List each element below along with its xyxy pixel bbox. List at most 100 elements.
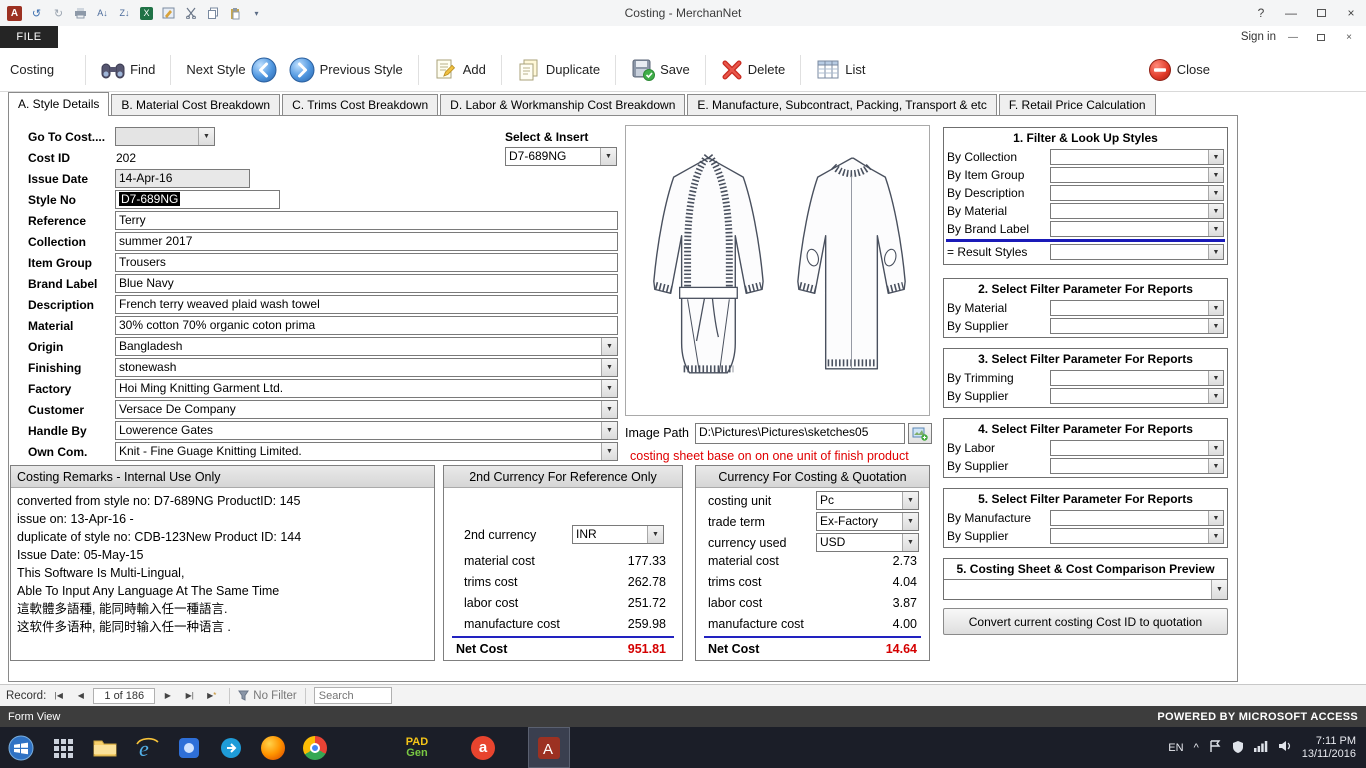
- factory-combo[interactable]: Hoi Ming Knitting Garment Ltd.▼: [115, 379, 618, 398]
- report4-labor-combo[interactable]: ▼: [1050, 440, 1224, 456]
- preview-combo[interactable]: ▼: [944, 579, 1227, 599]
- export-excel-icon[interactable]: X: [138, 5, 155, 22]
- handle-by-combo[interactable]: Lowerence Gates▼: [115, 421, 618, 440]
- previous-style-button[interactable]: Previous Style: [283, 54, 409, 86]
- by-collection-combo[interactable]: ▼: [1050, 149, 1224, 165]
- tab-trims-cost[interactable]: C. Trims Cost Breakdown: [282, 94, 438, 116]
- tab-material-cost[interactable]: B. Material Cost Breakdown: [111, 94, 280, 116]
- item-group-field[interactable]: Trousers: [115, 253, 618, 272]
- find-button[interactable]: Find: [95, 57, 161, 83]
- chrome-icon[interactable]: [294, 727, 336, 768]
- first-record-button[interactable]: |◀: [49, 688, 68, 704]
- report5-supplier-combo[interactable]: ▼: [1050, 528, 1224, 544]
- report3-trimming-combo[interactable]: ▼: [1050, 370, 1224, 386]
- report3-supplier-combo[interactable]: ▼: [1050, 388, 1224, 404]
- last-record-button[interactable]: ▶|: [180, 688, 199, 704]
- pinned-grid-icon[interactable]: [42, 727, 84, 768]
- tab-retail-price[interactable]: F. Retail Price Calculation: [999, 94, 1156, 116]
- language-indicator[interactable]: EN: [1168, 742, 1183, 754]
- record-search-input[interactable]: [314, 687, 392, 704]
- trade-term-combo[interactable]: Ex-Factory▼: [816, 512, 919, 531]
- close-button[interactable]: ×: [1336, 2, 1366, 24]
- by-description-combo[interactable]: ▼: [1050, 185, 1224, 201]
- flag-tray-icon[interactable]: [1209, 740, 1222, 756]
- redo-icon[interactable]: ↻: [50, 5, 67, 22]
- maximize-button[interactable]: [1306, 2, 1336, 24]
- tab-style-details[interactable]: A. Style Details: [8, 92, 109, 116]
- paste-icon[interactable]: [226, 5, 243, 22]
- currency-used-combo[interactable]: USD▼: [816, 533, 919, 552]
- collection-field[interactable]: summer 2017: [115, 232, 618, 251]
- customer-combo[interactable]: Versace De Company▼: [115, 400, 618, 419]
- issue-date-field[interactable]: 14-Apr-16: [115, 169, 250, 188]
- sign-in-link[interactable]: Sign in: [1241, 31, 1276, 43]
- reference-field[interactable]: Terry: [115, 211, 618, 230]
- file-tab[interactable]: FILE: [0, 26, 58, 48]
- tab-labor-cost[interactable]: D. Labor & Workmanship Cost Breakdown: [440, 94, 685, 116]
- next-record-button[interactable]: ▶: [158, 688, 177, 704]
- access-taskbar-icon[interactable]: A: [528, 727, 570, 768]
- app-icon-blue-2[interactable]: [210, 727, 252, 768]
- report5-manufacture-combo[interactable]: ▼: [1050, 510, 1224, 526]
- previous-record-button[interactable]: ◀: [71, 688, 90, 704]
- by-material-combo[interactable]: ▼: [1050, 203, 1224, 219]
- style-no-field[interactable]: D7-689NG: [115, 190, 280, 209]
- volume-tray-icon[interactable]: [1278, 740, 1292, 755]
- copy-icon[interactable]: [204, 5, 221, 22]
- child-close-button[interactable]: ×: [1338, 30, 1360, 45]
- network-tray-icon[interactable]: [1254, 740, 1268, 755]
- material-field[interactable]: 30% cotton 70% organic coton prima: [115, 316, 618, 335]
- print-icon[interactable]: [72, 5, 89, 22]
- design-view-icon[interactable]: [160, 5, 177, 22]
- own-com-combo[interactable]: Knit - Fine Guage Knitting Limited.▼: [115, 442, 618, 461]
- select-insert-combo[interactable]: D7-689NG▼: [505, 147, 617, 166]
- origin-combo[interactable]: Bangladesh▼: [115, 337, 618, 356]
- next-style-button[interactable]: Next Style: [180, 54, 282, 86]
- by-item-group-combo[interactable]: ▼: [1050, 167, 1224, 183]
- close-form-button[interactable]: Close: [1142, 55, 1216, 85]
- tab-manufacture[interactable]: E. Manufacture, Subcontract, Packing, Tr…: [687, 94, 996, 116]
- save-button[interactable]: Save: [625, 55, 696, 85]
- show-hidden-icons[interactable]: ^: [1194, 742, 1199, 754]
- undo-icon[interactable]: ↺: [28, 5, 45, 22]
- report2-material-combo[interactable]: ▼: [1050, 300, 1224, 316]
- add-button[interactable]: Add: [428, 55, 492, 85]
- costing-unit-combo[interactable]: Pc▼: [816, 491, 919, 510]
- cut-icon[interactable]: [182, 5, 199, 22]
- description-field[interactable]: French terry weaved plaid wash towel: [115, 295, 618, 314]
- convert-to-quotation-button[interactable]: Convert current costing Cost ID to quota…: [943, 608, 1228, 635]
- padgen-icon[interactable]: PADGen: [396, 727, 438, 768]
- by-brand-label-combo[interactable]: ▼: [1050, 221, 1224, 237]
- access-app-icon[interactable]: A: [6, 5, 23, 22]
- internet-explorer-icon[interactable]: e: [126, 727, 168, 768]
- file-explorer-icon[interactable]: [84, 727, 126, 768]
- sort-desc-icon[interactable]: Z↓: [116, 5, 133, 22]
- child-minimize-button[interactable]: —: [1282, 30, 1304, 45]
- app-icon-red-a[interactable]: a: [462, 727, 504, 768]
- duplicate-button[interactable]: Duplicate: [511, 55, 606, 85]
- remarks-text[interactable]: converted from style no: D7-689NG Produc…: [11, 488, 434, 640]
- start-button[interactable]: [0, 727, 42, 768]
- qat-menu-icon[interactable]: ▾: [248, 5, 265, 22]
- brand-label-field[interactable]: Blue Navy: [115, 274, 618, 293]
- app-icon-blue-1[interactable]: [168, 727, 210, 768]
- child-restore-button[interactable]: [1310, 30, 1332, 45]
- result-styles-combo[interactable]: ▼: [1050, 244, 1224, 260]
- sort-asc-icon[interactable]: A↓: [94, 5, 111, 22]
- report2-supplier-combo[interactable]: ▼: [1050, 318, 1224, 334]
- go-to-cost-combo[interactable]: ▼: [115, 127, 215, 146]
- new-record-button[interactable]: ▶*: [202, 688, 221, 704]
- no-filter-button[interactable]: No Filter: [238, 690, 296, 702]
- taskbar-clock[interactable]: 7:11 PM 13/11/2016: [1302, 735, 1356, 761]
- minimize-button[interactable]: —: [1276, 2, 1306, 24]
- browse-image-button[interactable]: [908, 423, 932, 444]
- image-path-field[interactable]: D:\Pictures\Pictures\sketches05: [695, 423, 905, 444]
- second-currency-combo[interactable]: INR▼: [572, 525, 664, 544]
- delete-button[interactable]: Delete: [715, 56, 792, 84]
- list-button[interactable]: List: [810, 56, 871, 84]
- help-button[interactable]: ?: [1246, 2, 1276, 24]
- record-position[interactable]: 1 of 186: [93, 688, 155, 704]
- shield-tray-icon[interactable]: [1232, 740, 1244, 756]
- report4-supplier-combo[interactable]: ▼: [1050, 458, 1224, 474]
- finishing-combo[interactable]: stonewash▼: [115, 358, 618, 377]
